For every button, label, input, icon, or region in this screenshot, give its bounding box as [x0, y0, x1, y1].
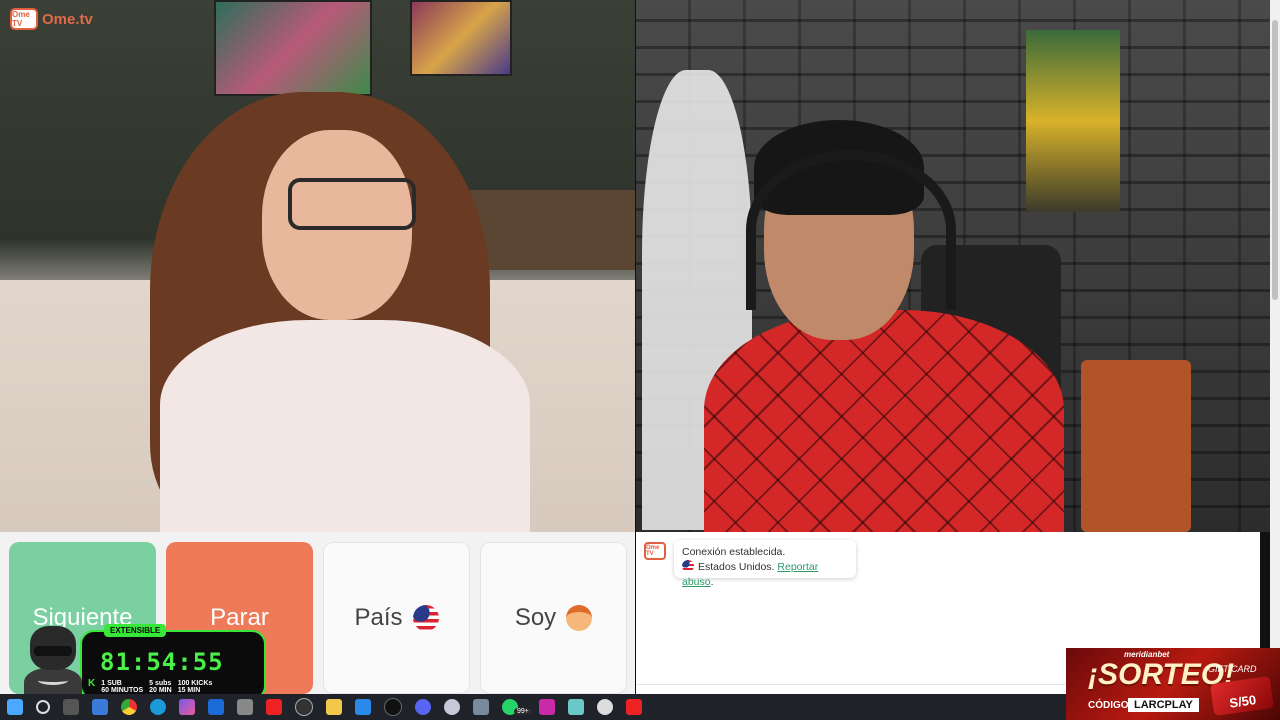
timer-rule: 100 KICKs 15 MIN [178, 680, 213, 694]
gender-button[interactable]: Soy [480, 542, 627, 694]
ad-gift-label: GIFT CARD [1208, 664, 1257, 674]
rule-top: 1 SUB [101, 680, 122, 687]
boy-face-icon [566, 605, 593, 631]
stranger-video [0, 0, 635, 532]
kick-icon[interactable] [538, 699, 555, 715]
glasses [288, 178, 416, 230]
rule-bottom: 20 MIN [149, 687, 172, 694]
ad-code-label: CÓDIGO: [1088, 700, 1132, 711]
wall-poster [410, 0, 512, 76]
partner-country-line: Estados Unidos. Reportar abuso. [682, 560, 848, 590]
gender-button-label: Soy [514, 604, 557, 631]
us-flag-icon [412, 605, 439, 631]
extensible-badge: EXTENSIBLE [104, 624, 167, 637]
partner-country: Estados Unidos. [698, 561, 775, 573]
spiderman-suit [704, 310, 1064, 532]
app-icon[interactable] [444, 699, 460, 715]
ad-code: LARCPLAY [1128, 698, 1199, 712]
kick-icon: K [88, 678, 96, 689]
notes-icon[interactable] [567, 699, 584, 715]
rule-bottom: 60 MINUTOS [101, 687, 144, 694]
tv-icon: Ome TV [644, 542, 666, 560]
avatar-chain [38, 676, 68, 685]
outlook-icon[interactable] [208, 699, 224, 715]
ometv-logo[interactable]: Ome TV Ome.tv [10, 6, 93, 32]
youtube-icon[interactable] [266, 699, 282, 715]
task-view-icon[interactable] [63, 699, 79, 715]
calculator-icon[interactable] [473, 699, 489, 715]
rule-bottom: 15 MIN [177, 687, 201, 694]
us-flag-icon [682, 560, 694, 572]
chrome-icon[interactable] [121, 699, 137, 715]
search-icon[interactable] [36, 700, 50, 714]
mouse-icon[interactable] [596, 699, 613, 715]
subathon-timer: EXTENSIBLE 81:54:55 K 1 SUB 60 MINUTOS 5 … [20, 622, 268, 704]
edge-icon[interactable] [150, 699, 166, 715]
obs-icon[interactable] [295, 698, 313, 716]
orange-cabinet [1081, 360, 1191, 532]
avatar-glasses [34, 646, 72, 656]
shelf [470, 190, 635, 270]
streamer-avatar [20, 622, 86, 704]
country-button[interactable]: País [323, 542, 470, 694]
timer-value: 81:54:55 [100, 648, 224, 676]
taskbar: 99+ [0, 694, 1066, 720]
logo-text: Ome.tv [42, 10, 93, 28]
mail-icon[interactable] [355, 699, 371, 715]
rule-top: 100 KICKs [177, 680, 213, 687]
widgets-icon[interactable] [92, 699, 108, 715]
tv-icon: Ome TV [10, 8, 38, 30]
wall-poster [1026, 30, 1120, 212]
glasses-icon[interactable] [237, 699, 253, 715]
tiktok-icon[interactable] [384, 698, 402, 716]
headphones [746, 150, 956, 310]
system-message: Conexión establecida. Estados Unidos. Re… [674, 540, 856, 588]
youtube-studio-icon[interactable] [625, 699, 642, 715]
folder-icon[interactable] [326, 699, 342, 715]
copilot-icon[interactable] [179, 699, 195, 715]
person-shirt [160, 320, 530, 532]
connection-status: Conexión establecida. [682, 546, 786, 558]
timer-rule: 5 subs 20 MIN [149, 680, 172, 694]
timer-rule: 1 SUB 60 MINUTOS [101, 680, 143, 694]
rule-top: 5 subs [149, 680, 172, 687]
trailing-period: . [710, 576, 714, 588]
notification-badge: 99+ [514, 707, 532, 715]
self-video [636, 0, 1270, 532]
sorteo-banner: meridianbet ¡SORTEO! CÓDIGO: LARCPLAY GI… [1066, 648, 1280, 720]
windows-start-icon[interactable] [7, 699, 23, 715]
gift-card: S/50 [1210, 675, 1274, 717]
country-button-label: País [354, 604, 403, 631]
discord-icon[interactable] [415, 699, 431, 715]
scrollbar-thumb[interactable] [1272, 20, 1278, 300]
wall-poster [214, 0, 372, 96]
timer-rules: K 1 SUB 60 MINUTOS 5 subs 20 MIN 100 KICKs… [88, 678, 213, 695]
